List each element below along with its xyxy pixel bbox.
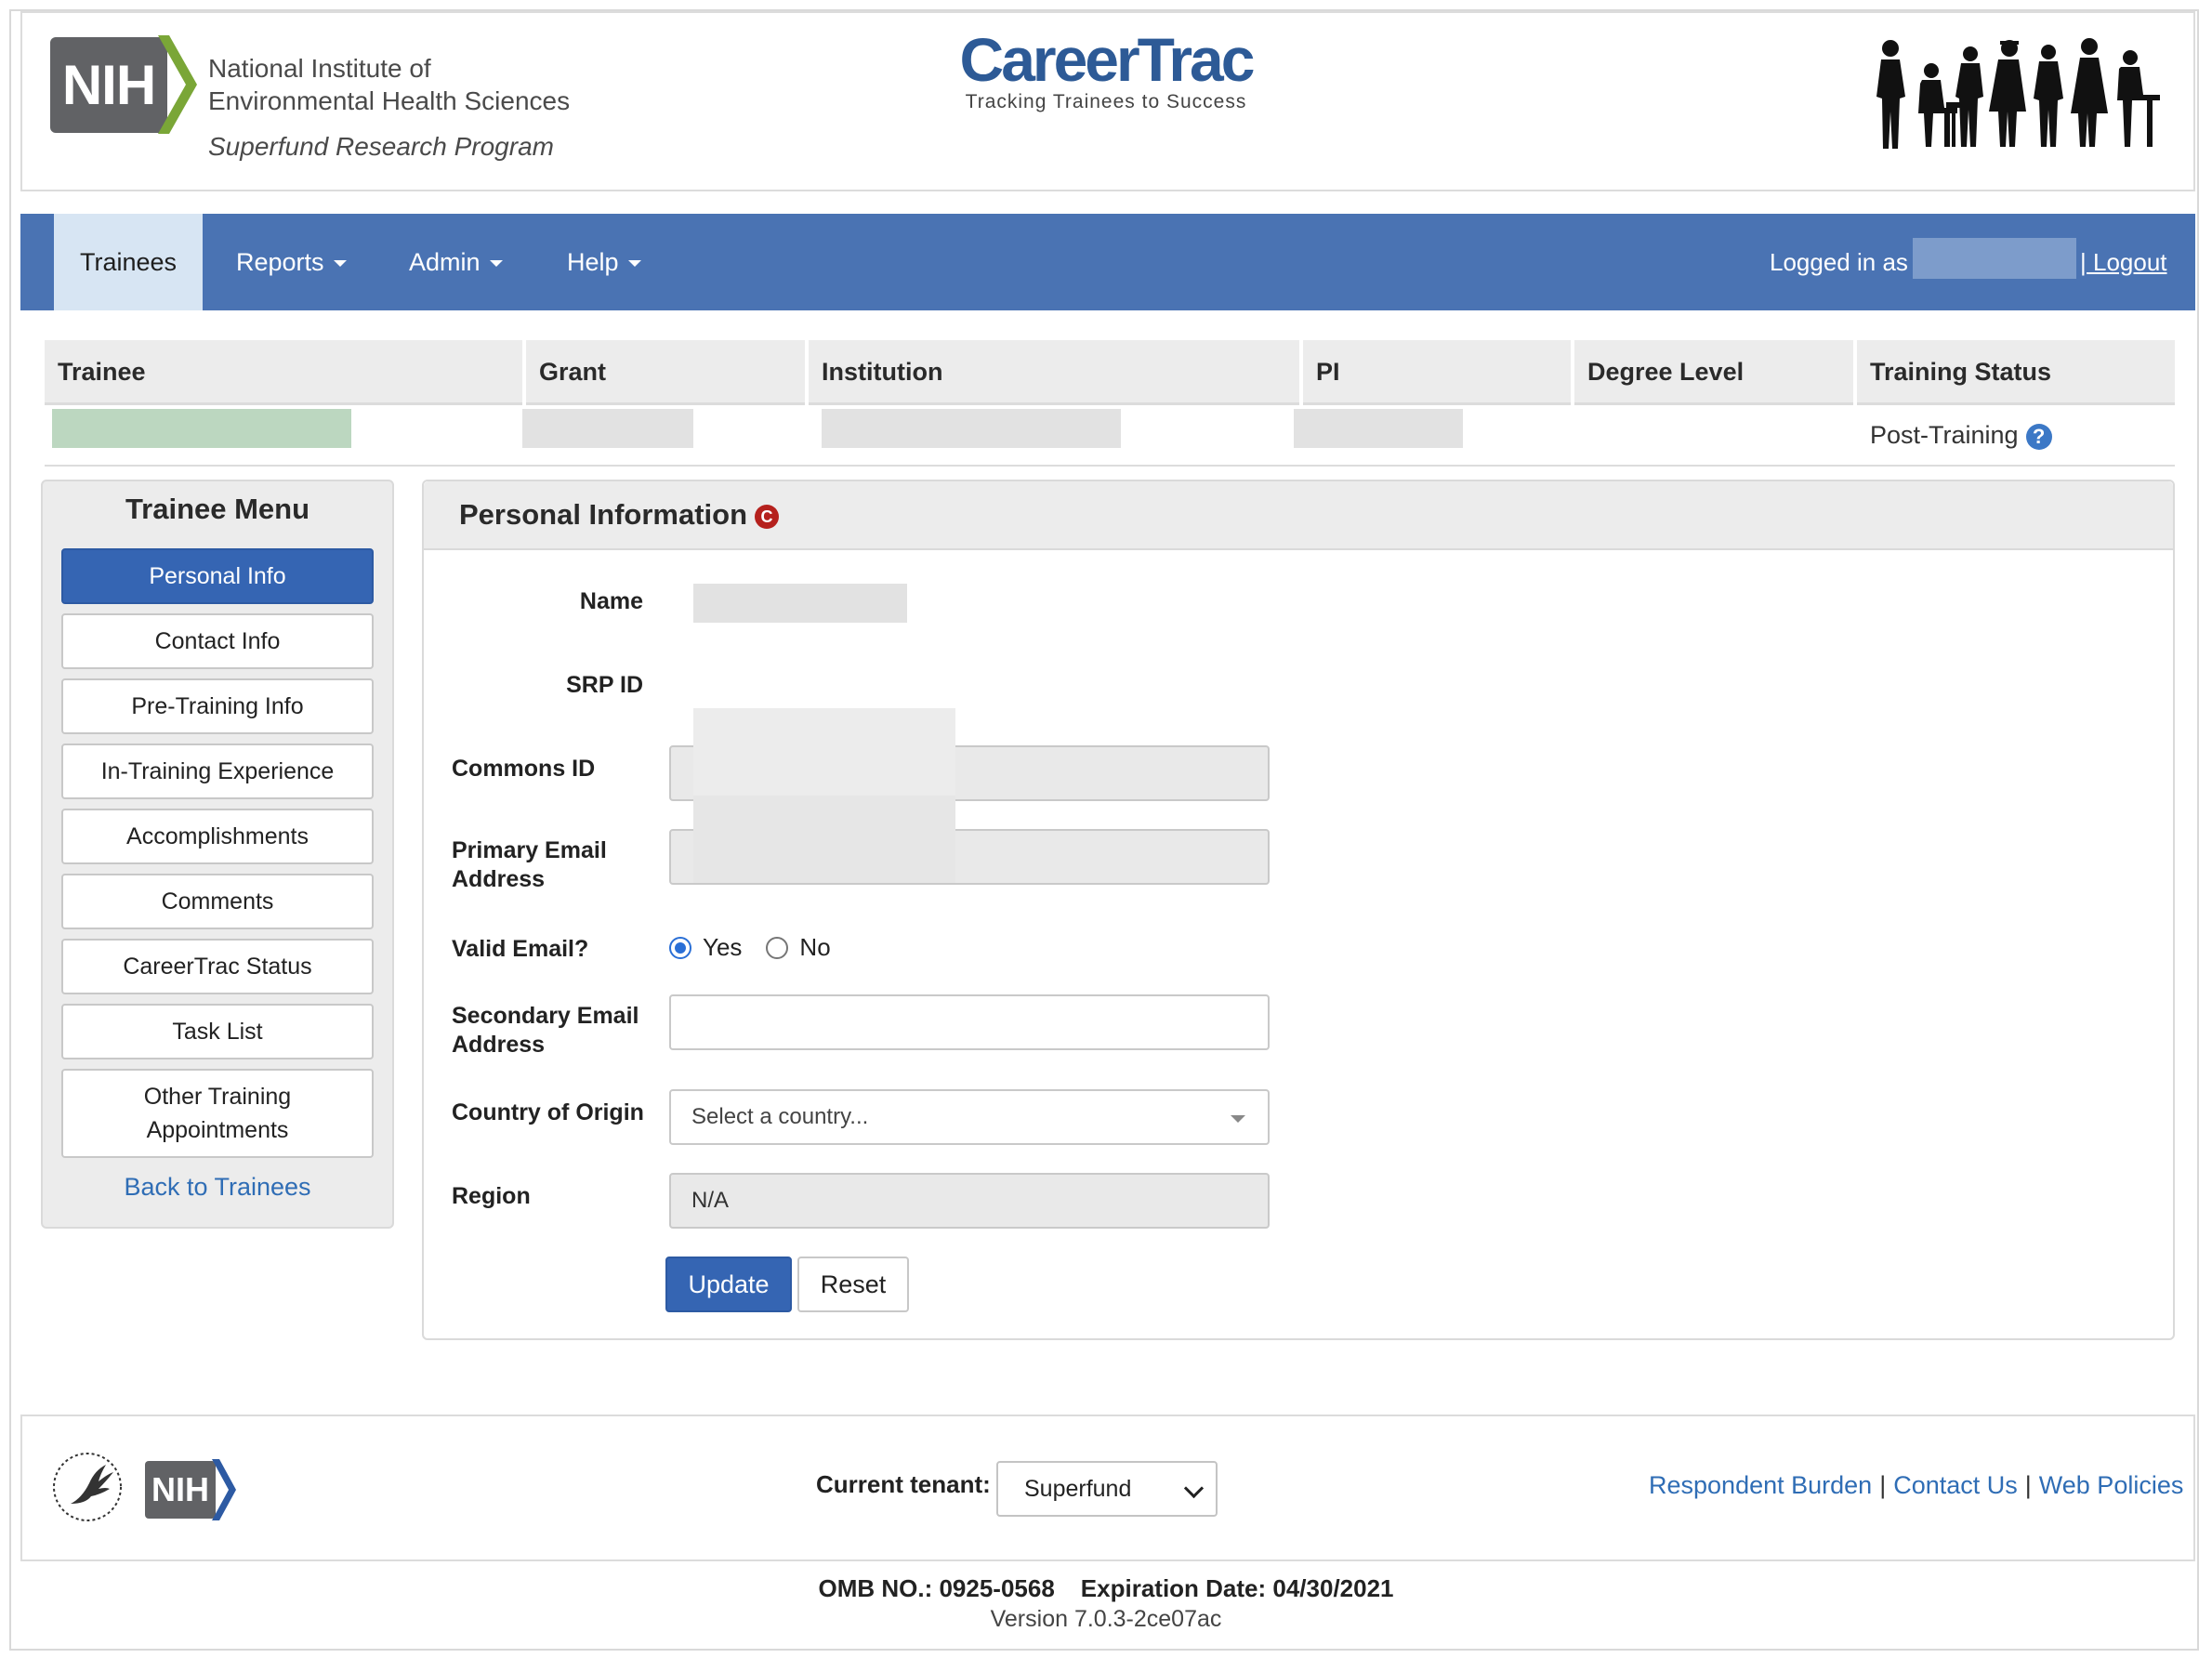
menu-accomplishments[interactable]: Accomplishments	[61, 809, 374, 864]
region-field[interactable]: N/A	[669, 1173, 1270, 1229]
menu-task-list[interactable]: Task List	[61, 1004, 374, 1059]
nav-trainees-label: Trainees	[79, 248, 178, 276]
back-to-trainees-link[interactable]: Back to Trainees	[41, 1173, 394, 1202]
expiration-date: Expiration Date: 04/30/2021	[1080, 1574, 1394, 1602]
program-name: Superfund Research Program	[208, 132, 554, 161]
table-divider	[45, 465, 2175, 467]
valid-email-no-label: No	[799, 933, 831, 961]
footer-links: Respondent Burden | Contact Us | Web Policie…	[1649, 1471, 2183, 1500]
redacted-commons-id	[693, 708, 955, 796]
redacted-username	[1913, 238, 2076, 279]
caret-down-icon	[1231, 1115, 1245, 1123]
menu-careertrac-status[interactable]: CareerTrac Status	[61, 939, 374, 994]
nav-admin-label: Admin	[409, 248, 481, 276]
valid-email-label: Valid Email?	[452, 936, 589, 962]
current-tenant-label: Current tenant:	[816, 1470, 991, 1498]
contact-us-link[interactable]: Contact Us	[1893, 1471, 2018, 1499]
omb-info: OMB NO.: 0925-0568 Expiration Date: 04/30…	[0, 1574, 2212, 1603]
col-header-trainee: Trainee	[45, 340, 522, 405]
tenant-select[interactable]: Superfund	[996, 1461, 1218, 1517]
careertrac-tagline: Tracking Trainees to Success	[965, 91, 1247, 112]
col-header-degree-level: Degree Level	[1574, 340, 1853, 405]
valid-email-radio-group: Yes No	[669, 933, 855, 962]
chevron-down-icon	[489, 260, 503, 268]
secondary-email-label: Secondary Email Address	[452, 1003, 639, 1058]
redacted-institution	[822, 409, 1121, 448]
training-status-text: Post-Training	[1870, 421, 2019, 449]
help-question-icon[interactable]: ?	[2025, 423, 2052, 450]
version-text: Version 7.0.3-2ce07ac	[990, 1606, 1222, 1632]
personal-info-title: Personal Information C	[459, 496, 780, 533]
nav-help-label: Help	[567, 248, 619, 276]
institute-name-line2: Environmental Health Sciences	[208, 86, 571, 115]
col-header-institution: Institution	[809, 340, 1299, 405]
link-separator: |	[1879, 1471, 1887, 1499]
name-label: Name	[579, 588, 643, 614]
secondary-email-field[interactable]	[669, 994, 1270, 1050]
institute-name-line1: National Institute of	[208, 54, 431, 83]
nav-reports-dropdown[interactable]: Reports	[236, 214, 347, 310]
reset-button[interactable]: Reset	[797, 1257, 909, 1312]
redacted-primary-email	[693, 796, 955, 883]
col-header-training-status: Training Status	[1857, 340, 2175, 405]
menu-personal-info[interactable]: Personal Info	[61, 548, 374, 604]
footer-nih-chevron-icon	[212, 1459, 236, 1520]
omb-number: OMB NO.: 0925-0568	[818, 1574, 1055, 1602]
nih-logo[interactable]: NIH	[50, 37, 167, 133]
update-button[interactable]: Update	[665, 1257, 792, 1312]
region-label: Region	[452, 1183, 531, 1209]
c-badge-icon: C	[755, 504, 780, 529]
nav-admin-dropdown[interactable]: Admin	[409, 214, 503, 310]
people-silhouettes-icon	[1876, 38, 2160, 149]
commons-id-label: Commons ID	[452, 756, 596, 782]
tenant-select-value: Superfund	[1024, 1475, 1132, 1502]
logged-in-label: Logged in as	[1770, 248, 1908, 276]
personal-info-title-text: Personal Information	[459, 498, 748, 531]
link-separator: |	[2024, 1471, 2032, 1499]
chevron-down-icon	[333, 260, 347, 268]
respondent-burden-link[interactable]: Respondent Burden	[1649, 1471, 1872, 1499]
menu-other-training-appointments[interactable]: Other Training Appointments	[61, 1069, 374, 1158]
menu-pre-training-info[interactable]: Pre-Training Info	[61, 678, 374, 734]
redacted-pi	[1294, 409, 1463, 448]
redacted-trainee-name[interactable]	[52, 409, 351, 448]
redacted-name-value	[693, 584, 907, 623]
nav-reports-label: Reports	[236, 248, 324, 276]
careertrac-logo[interactable]: CareerTrac	[929, 26, 1283, 93]
nav-help-dropdown[interactable]: Help	[567, 214, 641, 310]
valid-email-yes-label: Yes	[703, 933, 743, 961]
nih-chevron-icon	[158, 35, 197, 134]
col-header-pi: PI	[1303, 340, 1571, 405]
menu-in-training-experience[interactable]: In-Training Experience	[61, 743, 374, 799]
chevron-down-icon	[1183, 1478, 1205, 1499]
logout-link[interactable]: | Logout	[2080, 214, 2167, 310]
country-label: Country of Origin	[452, 1099, 644, 1125]
nav-trainees[interactable]: Trainees	[54, 214, 203, 310]
country-select[interactable]: Select a country...	[669, 1089, 1270, 1145]
hhs-eagle-logo-icon	[53, 1453, 122, 1521]
footer-nih-logo[interactable]: NIH	[145, 1461, 216, 1519]
menu-comments[interactable]: Comments	[61, 874, 374, 929]
valid-email-yes-radio[interactable]	[669, 936, 691, 959]
chevron-down-icon	[627, 260, 641, 268]
primary-email-label: Primary Email Address	[452, 837, 607, 892]
col-header-grant: Grant	[526, 340, 805, 405]
valid-email-no-radio[interactable]	[766, 936, 789, 959]
training-status-value: Post-Training?	[1870, 416, 2052, 454]
srp-id-label: SRP ID	[566, 672, 643, 698]
menu-contact-info[interactable]: Contact Info	[61, 613, 374, 669]
redacted-grant	[522, 409, 693, 448]
trainee-menu-title: Trainee Menu	[125, 493, 310, 525]
web-policies-link[interactable]: Web Policies	[2039, 1471, 2184, 1499]
country-select-placeholder: Select a country...	[691, 1104, 869, 1129]
